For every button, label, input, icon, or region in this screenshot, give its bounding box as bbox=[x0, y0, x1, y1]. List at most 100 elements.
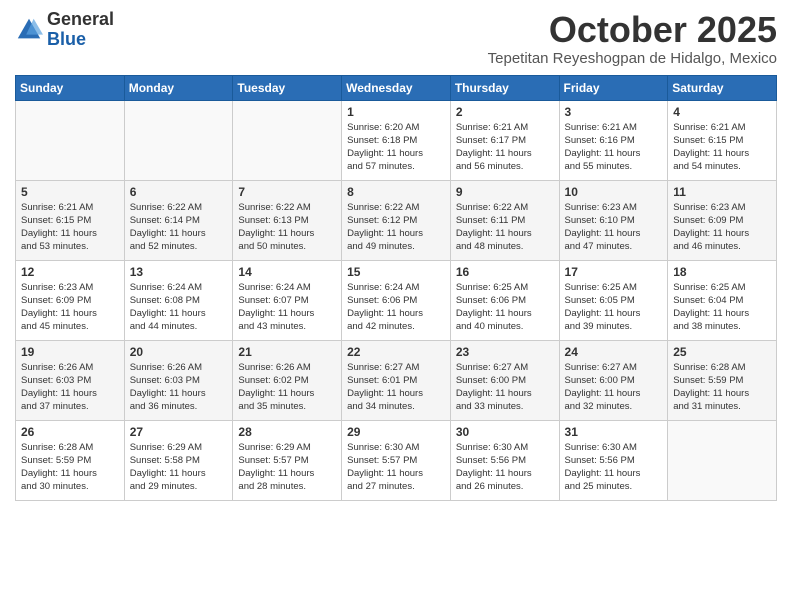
day-number: 24 bbox=[565, 345, 663, 359]
day-info: Sunrise: 6:26 AM Sunset: 6:03 PM Dayligh… bbox=[130, 361, 228, 414]
day-number: 30 bbox=[456, 425, 554, 439]
calendar-cell: 26 Sunrise: 6:28 AM Sunset: 5:59 PM Dayli… bbox=[16, 420, 125, 500]
calendar-cell: 4 Sunrise: 6:21 AM Sunset: 6:15 PM Daylig… bbox=[668, 100, 777, 180]
day-number: 6 bbox=[130, 185, 228, 199]
page-container: General Blue October 2025 Tepetitan Reye… bbox=[0, 0, 792, 511]
day-info: Sunrise: 6:22 AM Sunset: 6:11 PM Dayligh… bbox=[456, 201, 554, 254]
day-info: Sunrise: 6:28 AM Sunset: 5:59 PM Dayligh… bbox=[673, 361, 771, 414]
calendar-cell: 21 Sunrise: 6:26 AM Sunset: 6:02 PM Dayli… bbox=[233, 340, 342, 420]
day-number: 4 bbox=[673, 105, 771, 119]
day-info: Sunrise: 6:21 AM Sunset: 6:15 PM Dayligh… bbox=[673, 121, 771, 174]
day-number: 7 bbox=[238, 185, 336, 199]
day-number: 14 bbox=[238, 265, 336, 279]
weekday-header: Wednesday bbox=[342, 75, 451, 100]
calendar-cell: 5Sunrise: 6:21 AM Sunset: 6:15 PM Daylig… bbox=[16, 180, 125, 260]
calendar-week-row: 12Sunrise: 6:23 AM Sunset: 6:09 PM Dayli… bbox=[16, 260, 777, 340]
day-info: Sunrise: 6:20 AM Sunset: 6:18 PM Dayligh… bbox=[347, 121, 445, 174]
day-info: Sunrise: 6:29 AM Sunset: 5:57 PM Dayligh… bbox=[238, 441, 336, 494]
calendar-cell: 29Sunrise: 6:30 AM Sunset: 5:57 PM Dayli… bbox=[342, 420, 451, 500]
calendar-cell: 15 Sunrise: 6:24 AM Sunset: 6:06 PM Dayli… bbox=[342, 260, 451, 340]
day-number: 25 bbox=[673, 345, 771, 359]
day-info: Sunrise: 6:25 AM Sunset: 6:05 PM Dayligh… bbox=[565, 281, 663, 334]
header: General Blue October 2025 Tepetitan Reye… bbox=[15, 10, 777, 67]
day-number: 8 bbox=[347, 185, 445, 199]
day-info: Sunrise: 6:30 AM Sunset: 5:57 PM Dayligh… bbox=[347, 441, 445, 494]
calendar-cell: 27 Sunrise: 6:29 AM Sunset: 5:58 PM Dayli… bbox=[124, 420, 233, 500]
day-info: Sunrise: 6:23 AM Sunset: 6:09 PM Dayligh… bbox=[21, 281, 119, 334]
calendar-cell bbox=[233, 100, 342, 180]
day-number: 9 bbox=[456, 185, 554, 199]
day-number: 19 bbox=[21, 345, 119, 359]
calendar-cell: 22Sunrise: 6:27 AM Sunset: 6:01 PM Dayli… bbox=[342, 340, 451, 420]
day-info: Sunrise: 6:22 AM Sunset: 6:13 PM Dayligh… bbox=[238, 201, 336, 254]
day-number: 21 bbox=[238, 345, 336, 359]
day-info: Sunrise: 6:25 AM Sunset: 6:06 PM Dayligh… bbox=[456, 281, 554, 334]
day-info: Sunrise: 6:28 AM Sunset: 5:59 PM Dayligh… bbox=[21, 441, 119, 494]
day-info: Sunrise: 6:24 AM Sunset: 6:07 PM Dayligh… bbox=[238, 281, 336, 334]
day-info: Sunrise: 6:22 AM Sunset: 6:14 PM Dayligh… bbox=[130, 201, 228, 254]
logo-text: General Blue bbox=[47, 10, 114, 50]
calendar-cell: 30Sunrise: 6:30 AM Sunset: 5:56 PM Dayli… bbox=[450, 420, 559, 500]
calendar-cell: 25 Sunrise: 6:28 AM Sunset: 5:59 PM Dayli… bbox=[668, 340, 777, 420]
day-number: 15 bbox=[347, 265, 445, 279]
weekday-header: Thursday bbox=[450, 75, 559, 100]
calendar-cell: 8 Sunrise: 6:22 AM Sunset: 6:12 PM Daylig… bbox=[342, 180, 451, 260]
calendar-cell: 31Sunrise: 6:30 AM Sunset: 5:56 PM Dayli… bbox=[559, 420, 668, 500]
calendar-cell bbox=[124, 100, 233, 180]
day-number: 10 bbox=[565, 185, 663, 199]
day-number: 13 bbox=[130, 265, 228, 279]
calendar-cell: 17 Sunrise: 6:25 AM Sunset: 6:05 PM Dayli… bbox=[559, 260, 668, 340]
day-info: Sunrise: 6:26 AM Sunset: 6:02 PM Dayligh… bbox=[238, 361, 336, 414]
logo-icon bbox=[15, 16, 43, 44]
calendar-week-row: 19 Sunrise: 6:26 AM Sunset: 6:03 PM Dayli… bbox=[16, 340, 777, 420]
day-info: Sunrise: 6:24 AM Sunset: 6:08 PM Dayligh… bbox=[130, 281, 228, 334]
calendar-cell: 28 Sunrise: 6:29 AM Sunset: 5:57 PM Dayli… bbox=[233, 420, 342, 500]
day-info: Sunrise: 6:30 AM Sunset: 5:56 PM Dayligh… bbox=[565, 441, 663, 494]
day-number: 3 bbox=[565, 105, 663, 119]
calendar-cell bbox=[668, 420, 777, 500]
calendar-cell: 10 Sunrise: 6:23 AM Sunset: 6:10 PM Dayli… bbox=[559, 180, 668, 260]
day-number: 28 bbox=[238, 425, 336, 439]
day-number: 5 bbox=[21, 185, 119, 199]
day-number: 2 bbox=[456, 105, 554, 119]
day-info: Sunrise: 6:27 AM Sunset: 6:00 PM Dayligh… bbox=[456, 361, 554, 414]
month-title: October 2025 bbox=[488, 10, 777, 50]
day-number: 18 bbox=[673, 265, 771, 279]
day-info: Sunrise: 6:27 AM Sunset: 6:00 PM Dayligh… bbox=[565, 361, 663, 414]
day-info: Sunrise: 6:22 AM Sunset: 6:12 PM Dayligh… bbox=[347, 201, 445, 254]
calendar-cell: 12Sunrise: 6:23 AM Sunset: 6:09 PM Dayli… bbox=[16, 260, 125, 340]
calendar-cell: 13 Sunrise: 6:24 AM Sunset: 6:08 PM Dayli… bbox=[124, 260, 233, 340]
calendar-cell: 18 Sunrise: 6:25 AM Sunset: 6:04 PM Dayli… bbox=[668, 260, 777, 340]
calendar-cell: 9 Sunrise: 6:22 AM Sunset: 6:11 PM Daylig… bbox=[450, 180, 559, 260]
calendar-cell: 3 Sunrise: 6:21 AM Sunset: 6:16 PM Daylig… bbox=[559, 100, 668, 180]
logo: General Blue bbox=[15, 10, 114, 50]
weekday-header: Sunday bbox=[16, 75, 125, 100]
calendar-cell: 19Sunrise: 6:26 AM Sunset: 6:03 PM Dayli… bbox=[16, 340, 125, 420]
weekday-header: Friday bbox=[559, 75, 668, 100]
calendar-cell: 20 Sunrise: 6:26 AM Sunset: 6:03 PM Dayli… bbox=[124, 340, 233, 420]
day-number: 1 bbox=[347, 105, 445, 119]
weekday-header: Saturday bbox=[668, 75, 777, 100]
calendar-cell: 6 Sunrise: 6:22 AM Sunset: 6:14 PM Daylig… bbox=[124, 180, 233, 260]
calendar-week-row: 1 Sunrise: 6:20 AM Sunset: 6:18 PM Daylig… bbox=[16, 100, 777, 180]
day-info: Sunrise: 6:21 AM Sunset: 6:16 PM Dayligh… bbox=[565, 121, 663, 174]
calendar-table: SundayMondayTuesdayWednesdayThursdayFrid… bbox=[15, 75, 777, 501]
day-number: 22 bbox=[347, 345, 445, 359]
day-number: 11 bbox=[673, 185, 771, 199]
day-info: Sunrise: 6:29 AM Sunset: 5:58 PM Dayligh… bbox=[130, 441, 228, 494]
day-number: 17 bbox=[565, 265, 663, 279]
weekday-header: Monday bbox=[124, 75, 233, 100]
calendar-week-row: 5Sunrise: 6:21 AM Sunset: 6:15 PM Daylig… bbox=[16, 180, 777, 260]
calendar-cell: 1 Sunrise: 6:20 AM Sunset: 6:18 PM Daylig… bbox=[342, 100, 451, 180]
day-number: 27 bbox=[130, 425, 228, 439]
day-info: Sunrise: 6:21 AM Sunset: 6:17 PM Dayligh… bbox=[456, 121, 554, 174]
day-info: Sunrise: 6:25 AM Sunset: 6:04 PM Dayligh… bbox=[673, 281, 771, 334]
calendar-cell: 2 Sunrise: 6:21 AM Sunset: 6:17 PM Daylig… bbox=[450, 100, 559, 180]
calendar-cell: 16 Sunrise: 6:25 AM Sunset: 6:06 PM Dayli… bbox=[450, 260, 559, 340]
day-number: 26 bbox=[21, 425, 119, 439]
day-info: Sunrise: 6:24 AM Sunset: 6:06 PM Dayligh… bbox=[347, 281, 445, 334]
day-number: 16 bbox=[456, 265, 554, 279]
day-info: Sunrise: 6:23 AM Sunset: 6:10 PM Dayligh… bbox=[565, 201, 663, 254]
calendar-cell: 11Sunrise: 6:23 AM Sunset: 6:09 PM Dayli… bbox=[668, 180, 777, 260]
day-number: 20 bbox=[130, 345, 228, 359]
